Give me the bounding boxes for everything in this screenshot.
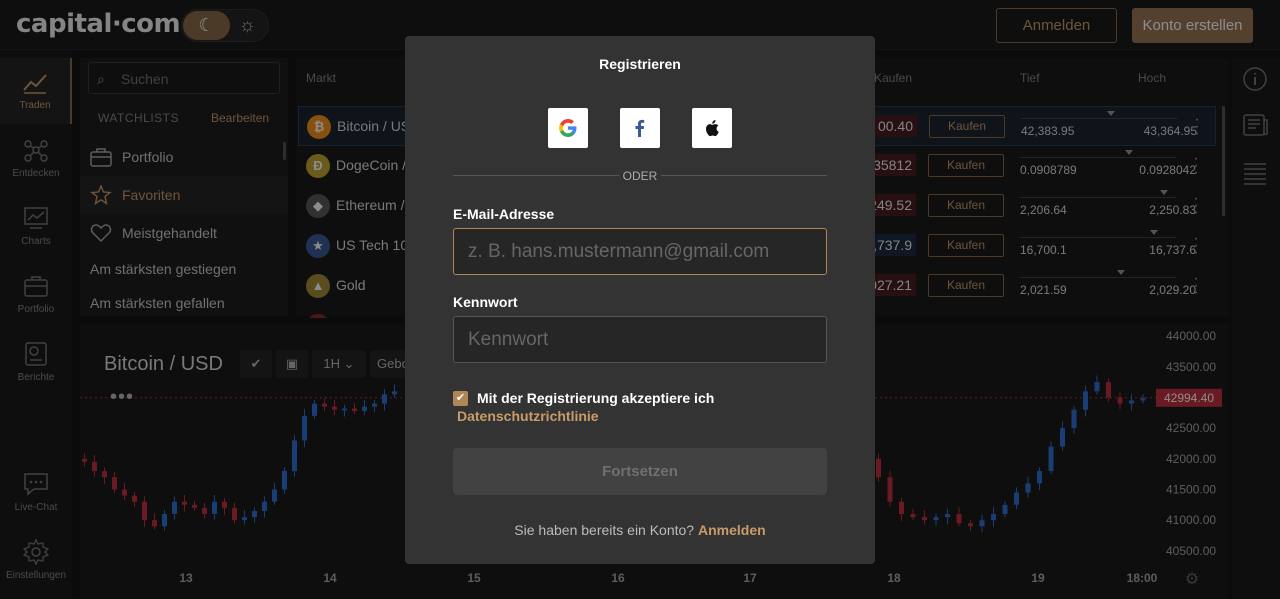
- google-icon: [559, 119, 577, 137]
- facebook-icon: [635, 119, 645, 137]
- registration-modal: Registrieren ODER E-Mail-Adresse Kennwor…: [405, 36, 875, 564]
- google-signin-button[interactable]: [548, 108, 588, 148]
- divider-line: [661, 175, 827, 176]
- apple-signin-button[interactable]: [692, 108, 732, 148]
- login-link[interactable]: Anmelden: [698, 522, 766, 538]
- password-label: Kennwort: [453, 294, 518, 310]
- or-divider: ODER: [453, 169, 827, 183]
- consent-text: Mit der Registrierung akzeptiere ich: [477, 390, 715, 406]
- login-prompt: Sie haben bereits ein Konto? Anmelden: [405, 522, 875, 538]
- check-icon: ✔: [455, 392, 466, 404]
- apple-icon: [706, 120, 719, 137]
- login-prompt-text: Sie haben bereits ein Konto?: [514, 522, 695, 538]
- or-label: ODER: [622, 169, 658, 183]
- continue-button[interactable]: Fortsetzen: [453, 448, 827, 495]
- password-field[interactable]: [453, 316, 827, 363]
- consent-checkbox[interactable]: ✔: [453, 391, 468, 406]
- privacy-policy-link[interactable]: Datenschutzrichtlinie: [457, 408, 599, 424]
- modal-title: Registrieren: [599, 56, 681, 72]
- email-label: E-Mail-Adresse: [453, 206, 555, 222]
- facebook-signin-button[interactable]: [620, 108, 660, 148]
- email-field[interactable]: [453, 228, 827, 275]
